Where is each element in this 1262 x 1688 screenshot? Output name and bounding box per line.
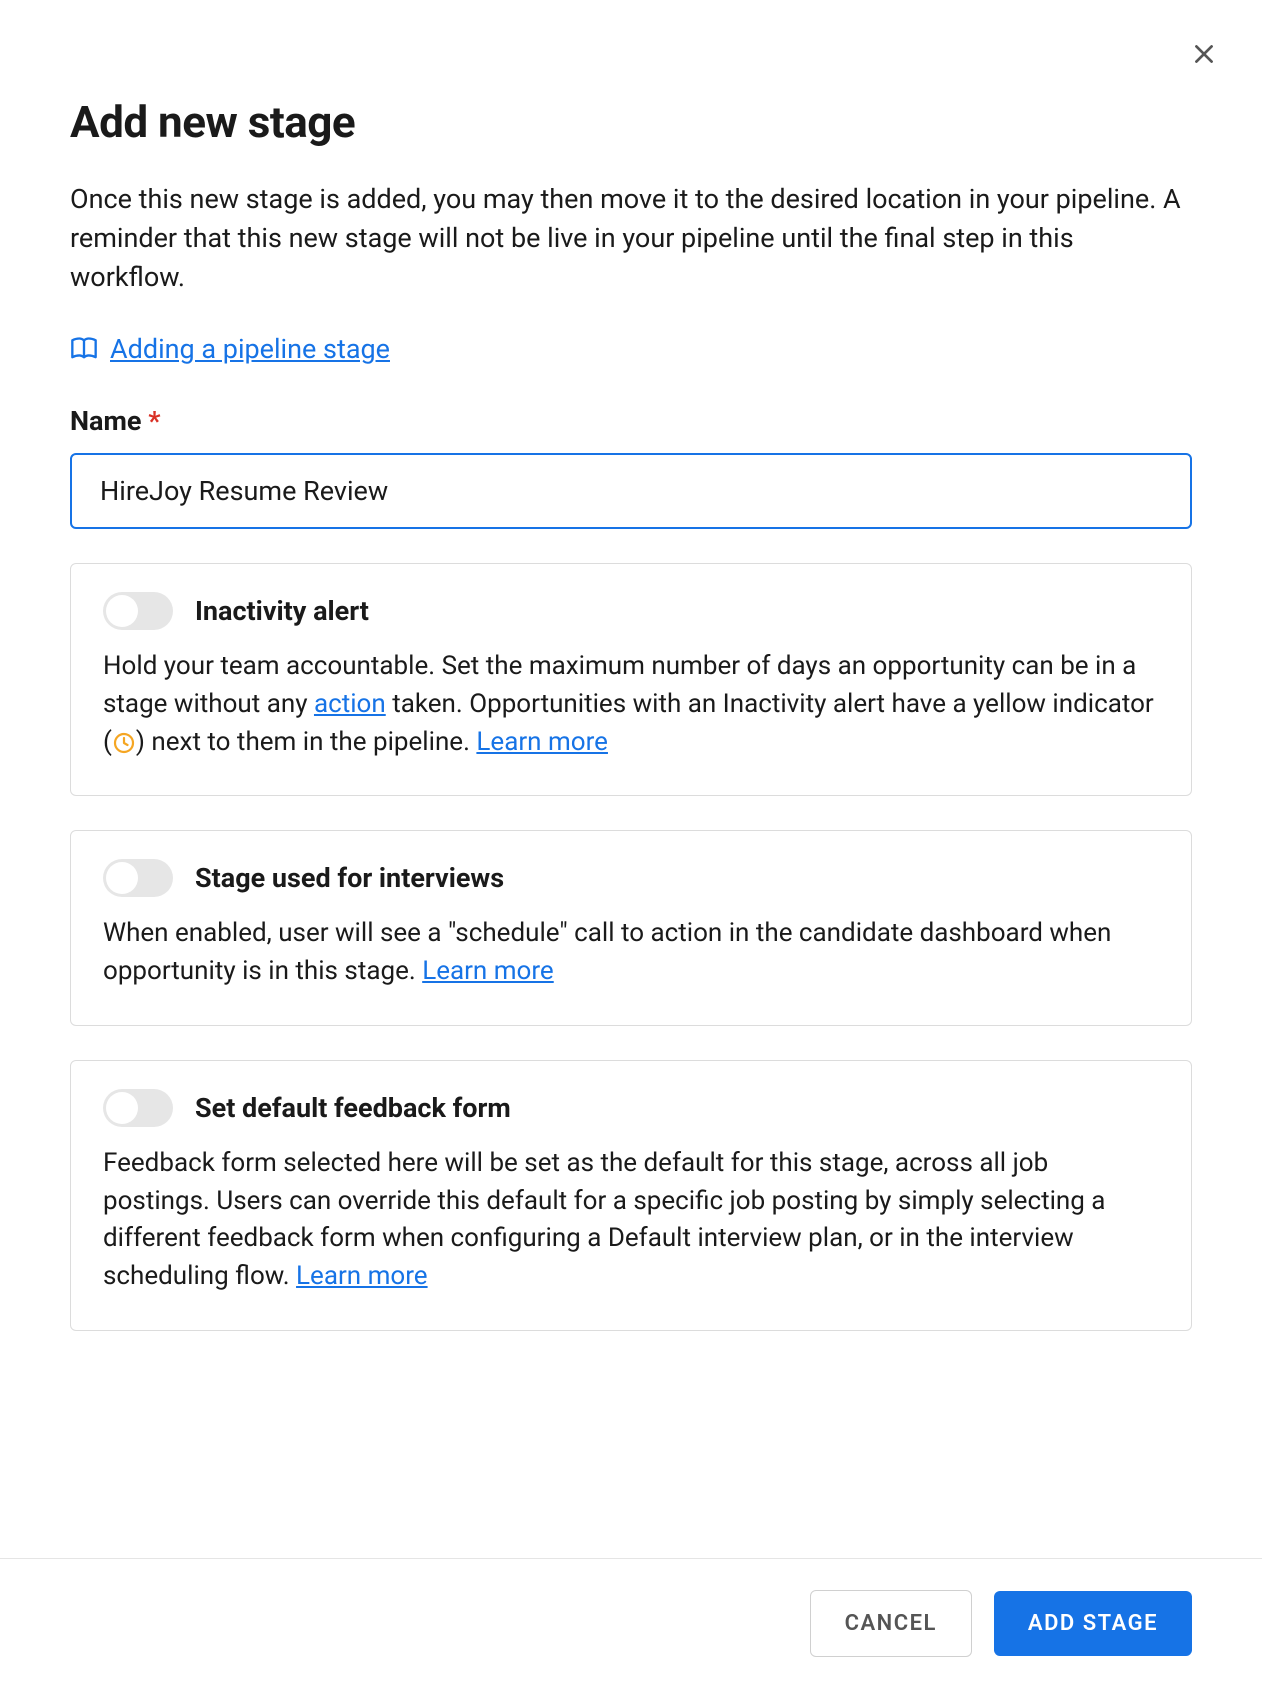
required-marker: *: [148, 405, 160, 437]
inactivity-alert-card: Inactivity alert Hold your team accounta…: [70, 563, 1192, 796]
interviews-toggle[interactable]: [103, 859, 173, 897]
feedback-learn-more-link[interactable]: Learn more: [296, 1261, 428, 1291]
toggle-knob: [106, 595, 138, 627]
name-label: Name *: [70, 405, 1192, 437]
feedback-description: Feedback form selected here will be set …: [103, 1145, 1159, 1296]
name-input[interactable]: [70, 453, 1192, 529]
name-field-group: Name *: [70, 405, 1192, 563]
book-icon: [70, 335, 98, 363]
dialog-title: Add new stage: [70, 96, 1192, 148]
inactivity-title: Inactivity alert: [195, 595, 369, 627]
clock-icon: [112, 731, 136, 755]
interviews-learn-more-link[interactable]: Learn more: [422, 956, 554, 986]
close-button[interactable]: [1184, 34, 1224, 74]
inactivity-description: Hold your team accountable. Set the maxi…: [103, 648, 1159, 761]
feedback-card: Set default feedback form Feedback form …: [70, 1060, 1192, 1331]
toggle-knob: [106, 862, 138, 894]
toggle-knob: [106, 1092, 138, 1124]
interviews-card: Stage used for interviews When enabled, …: [70, 830, 1192, 1025]
interviews-description: When enabled, user will see a "schedule"…: [103, 915, 1159, 990]
inactivity-toggle[interactable]: [103, 592, 173, 630]
action-link[interactable]: action: [314, 689, 386, 719]
feedback-toggle[interactable]: [103, 1089, 173, 1127]
help-link-adding-pipeline-stage[interactable]: Adding a pipeline stage: [70, 333, 390, 365]
dialog-footer: CANCEL ADD STAGE: [0, 1558, 1262, 1688]
cancel-button[interactable]: CANCEL: [810, 1590, 972, 1657]
close-icon: [1191, 41, 1217, 67]
help-link-label: Adding a pipeline stage: [110, 333, 390, 365]
interviews-title: Stage used for interviews: [195, 862, 504, 894]
add-stage-button[interactable]: ADD STAGE: [994, 1591, 1192, 1656]
inactivity-learn-more-link[interactable]: Learn more: [476, 727, 608, 757]
add-stage-dialog: Add new stage Once this new stage is add…: [0, 0, 1262, 1558]
dialog-description: Once this new stage is added, you may th…: [70, 180, 1192, 297]
feedback-title: Set default feedback form: [195, 1092, 511, 1124]
